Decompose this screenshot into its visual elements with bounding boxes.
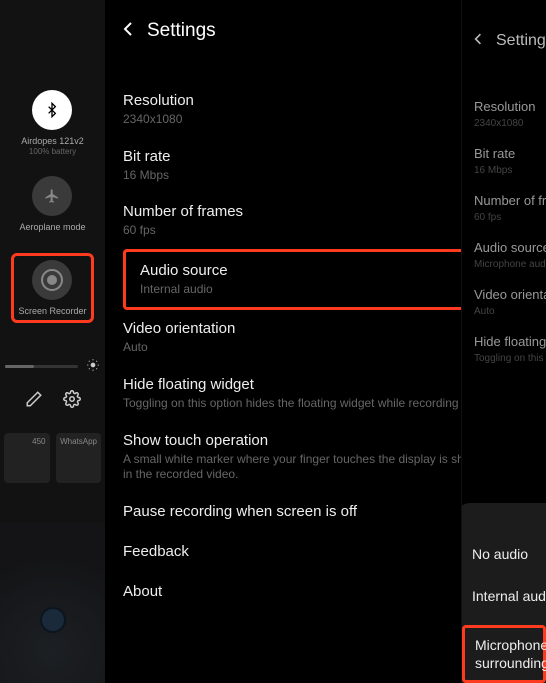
qs-sublabel: 100% battery [29,147,76,156]
brightness-slider[interactable] [5,358,100,375]
tool-row [25,390,81,413]
audio-source-popup: No audio Internal audio Microphone surro… [461,503,546,683]
edit-icon[interactable] [25,390,43,413]
airplane-icon [32,176,72,216]
popup-option-internal[interactable]: Internal audio [472,575,546,617]
auto-brightness-icon[interactable] [86,358,100,375]
gear-icon[interactable] [63,390,81,413]
page-title: Settings [147,20,216,42]
qs-label: Aeroplane mode [19,222,85,233]
record-icon [32,260,72,300]
back-icon[interactable] [123,21,133,42]
qs-label: Airdopes 121v2 [21,136,84,147]
back-icon[interactable] [474,30,482,51]
camera-lens-graphic [40,607,66,633]
popup-option-microphone-highlight[interactable]: Microphone surrounding [462,625,546,683]
qs-label: Screen Recorder [18,306,86,317]
qs-tile-airplane[interactable]: Aeroplane mode [19,176,85,233]
popup-option-no-audio[interactable]: No audio [472,533,546,575]
qs-tile-bluetooth[interactable]: Airdopes 121v2 100% battery [21,90,84,156]
screen-recorder-highlight: Screen Recorder [11,253,93,324]
page-title: Settings [496,32,546,50]
quick-settings-panel: Airdopes 121v2 100% battery Aeroplane mo… [0,0,105,683]
background-photo [0,523,105,683]
qs-tile-screen-recorder[interactable]: Screen Recorder [18,260,86,317]
bluetooth-icon [32,90,72,130]
recents-preview[interactable]: 450 WhatsApp [0,433,105,483]
settings-screen-peek: Settings Resolution2340x1080 Bit rate16 … [461,0,546,683]
